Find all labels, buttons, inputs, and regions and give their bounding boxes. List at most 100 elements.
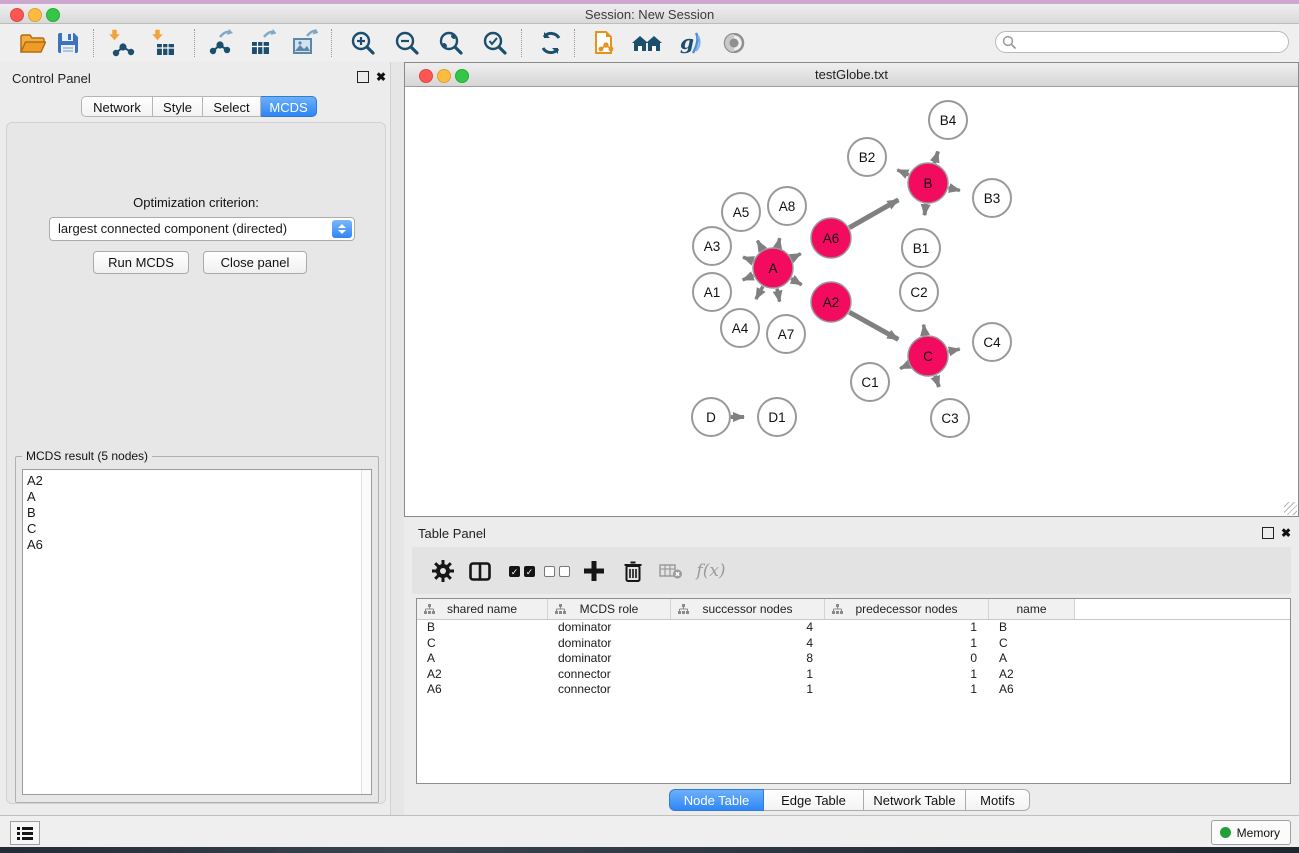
save-session-button[interactable] [52,27,84,59]
table-row[interactable]: Cdominator41C [417,636,1290,652]
run-mcds-button[interactable]: Run MCDS [93,251,189,274]
network-graph[interactable]: AA1A2A3A4A5A6A7A8BB1B2B3B4CC1C2C3C4DD1 [405,87,1298,516]
mcds-result-item[interactable]: A6 [23,537,371,553]
export-table-button[interactable] [246,27,278,59]
cell-successor-nodes[interactable]: 1 [671,682,825,698]
cell-name[interactable]: A6 [989,682,1075,698]
refresh-button[interactable] [535,27,567,59]
cell-predecessor-nodes[interactable]: 1 [825,682,989,698]
table-row[interactable]: Bdominator41B [417,620,1290,636]
table-row[interactable]: A2connector11A2 [417,667,1290,683]
edge-C-C4[interactable] [949,349,960,351]
tab-motifs[interactable]: Motifs [966,789,1030,811]
node-table[interactable]: shared nameMCDS rolesuccessor nodesprede… [416,598,1291,784]
cell-predecessor-nodes[interactable]: 0 [825,651,989,667]
column-header-name[interactable]: name [989,599,1075,619]
column-header-successor-nodes[interactable]: successor nodes [671,599,825,619]
tab-network[interactable]: Network [81,96,153,117]
tab-select[interactable]: Select [203,96,261,117]
edge-A-A2[interactable] [791,279,802,285]
cell-shared-name[interactable]: A [417,651,548,667]
import-network-button[interactable] [106,27,138,59]
cell-name[interactable]: A [989,651,1075,667]
mcds-result-item[interactable]: C [23,521,371,537]
tab-mcds[interactable]: MCDS [261,96,317,117]
zoom-out-button[interactable] [391,27,423,59]
column-header-shared-name[interactable]: shared name [417,599,548,619]
zoom-in-button[interactable] [347,27,379,59]
add-column-button[interactable] [578,555,610,587]
cell-name[interactable]: B [989,620,1075,636]
edge-B-B3[interactable] [948,188,959,191]
edge-C-C3[interactable] [935,376,939,387]
select-all-button[interactable]: ✓✓ [506,555,538,587]
float-table-panel-icon[interactable] [1262,527,1274,541]
import-table-button[interactable] [148,27,180,59]
cell-successor-nodes[interactable]: 4 [671,636,825,652]
mcds-result-list[interactable]: A2ABCA6 [22,469,372,795]
edge-A6-B[interactable] [849,200,898,228]
cell-successor-nodes[interactable]: 4 [671,620,825,636]
resize-grip[interactable] [1284,502,1297,515]
network-canvas[interactable]: AA1A2A3A4A5A6A7A8BB1B2B3B4CC1C2C3C4DD1 [405,87,1298,516]
cell-predecessor-nodes[interactable]: 1 [825,620,989,636]
mcds-result-item[interactable]: A2 [23,470,371,489]
criterion-dropdown[interactable]: largest connected component (directed) [49,217,355,241]
memory-button[interactable]: Memory [1211,820,1291,845]
function-builder-button[interactable]: f(x) [695,555,727,587]
cell-MCDS-role[interactable]: dominator [548,636,671,652]
edge-A-A3[interactable] [743,257,753,261]
mcds-result-item[interactable]: B [23,505,371,521]
delete-column-button[interactable] [617,555,649,587]
mcds-result-item[interactable]: A [23,489,371,505]
cell-shared-name[interactable]: A2 [417,667,548,683]
cell-shared-name[interactable]: C [417,636,548,652]
task-history-button[interactable] [10,821,40,845]
column-header-MCDS-role[interactable]: MCDS role [548,599,671,619]
close-panel-button[interactable]: Close panel [203,251,307,274]
cell-name[interactable]: C [989,636,1075,652]
cell-MCDS-role[interactable]: connector [548,682,671,698]
toggle-panel-button[interactable] [464,555,496,587]
clone-network-button[interactable] [590,27,622,59]
scrollbar[interactable] [361,470,371,794]
zoom-selected-button[interactable] [479,27,511,59]
edge-B-B1[interactable] [925,204,926,215]
cell-predecessor-nodes[interactable]: 1 [825,667,989,683]
search-field[interactable] [995,31,1289,53]
edge-A-A5[interactable] [757,241,762,250]
search-input[interactable] [1017,34,1288,50]
column-header-predecessor-nodes[interactable]: predecessor nodes [825,599,989,619]
cell-MCDS-role[interactable]: dominator [548,620,671,636]
edge-A-A4[interactable] [756,286,763,299]
tab-network-table[interactable]: Network Table [864,789,966,811]
delete-table-button[interactable] [655,555,687,587]
edge-A-A8[interactable] [778,238,780,247]
edge-A-A6[interactable] [792,254,801,259]
float-panel-icon[interactable] [357,71,369,85]
edge-A-A7[interactable] [777,289,780,302]
home-view-button[interactable] [630,27,662,59]
cell-predecessor-nodes[interactable]: 1 [825,636,989,652]
cell-successor-nodes[interactable]: 8 [671,651,825,667]
cell-MCDS-role[interactable]: dominator [548,651,671,667]
cell-MCDS-role[interactable]: connector [548,667,671,683]
edge-A-A1[interactable] [743,276,754,280]
cell-shared-name[interactable]: A6 [417,682,548,698]
export-image-button[interactable] [288,27,320,59]
tab-style[interactable]: Style [153,96,203,117]
edge-B-B2[interactable] [897,170,908,175]
network-window-titlebar[interactable]: testGlobe.txt [405,63,1298,87]
table-row[interactable]: A6connector11A6 [417,682,1290,698]
deselect-all-button[interactable] [541,555,573,587]
table-settings-button[interactable] [427,555,459,587]
edge-C-C2[interactable] [924,325,925,336]
edge-C-C1[interactable] [900,365,909,369]
open-session-button[interactable] [16,27,48,59]
table-row[interactable]: Adominator80A [417,651,1290,667]
close-panel-icon[interactable]: ✖ [376,71,386,83]
tab-edge-table[interactable]: Edge Table [764,789,864,811]
cell-successor-nodes[interactable]: 1 [671,667,825,683]
edge-A2-C[interactable] [849,312,898,339]
close-table-panel-icon[interactable]: ✖ [1281,527,1291,539]
